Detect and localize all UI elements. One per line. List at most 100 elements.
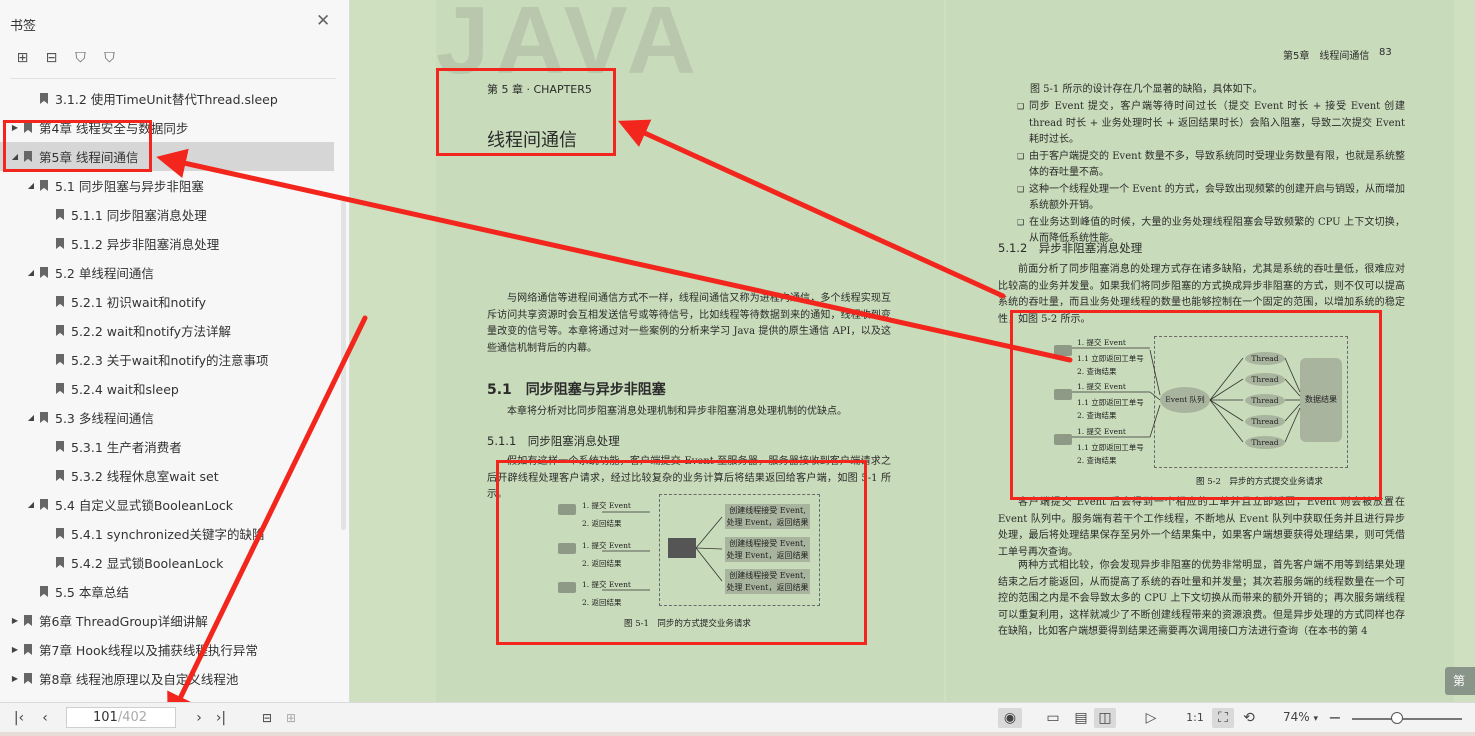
chevron-down-icon[interactable]: ◢ <box>26 500 36 509</box>
chapter-title: 线程间通信 <box>487 130 577 151</box>
bookmark-item[interactable]: 5.2.1 初识wait和notify <box>0 287 334 316</box>
bookmark-item[interactable]: 5.2.2 wait和notify方法详解 <box>0 316 334 345</box>
zoom-slider-handle[interactable] <box>1391 712 1404 724</box>
bookmark-label: 第6章 ThreadGroup详细讲解 <box>39 614 208 629</box>
bookmark-item[interactable]: ◢ 5.4 自定义显式锁BooleanLock <box>0 490 334 519</box>
bookmark-icon <box>40 93 48 104</box>
chevron-down-icon[interactable]: ◢ <box>26 413 36 422</box>
bookmark-label: 第8章 线程池原理以及自定义线程池 <box>39 672 239 687</box>
chevron-right-icon[interactable]: ▶ <box>10 674 20 683</box>
zoom-value: 74% <box>1283 710 1310 724</box>
sidebar-scrollbar[interactable] <box>341 200 346 530</box>
bookmark-item[interactable]: 5.3.1 生产者消费者 <box>0 432 334 461</box>
bookmark-label: 3.1.2 使用TimeUnit替代Thread.sleep <box>55 92 278 107</box>
forward-icon[interactable]: ⊞ <box>282 708 300 728</box>
first-page-icon[interactable]: |‹ <box>10 708 28 728</box>
chevron-right-icon[interactable]: ▶ <box>10 645 20 654</box>
bookmark-item[interactable]: 5.4.1 synchronized关键字的缺陷 <box>0 519 334 548</box>
remove-bookmark-icon[interactable]: ⊟ <box>43 50 60 67</box>
chevron-down-icon[interactable]: ◢ <box>26 268 36 277</box>
bookmark-item[interactable]: ▶ 第7章 Hook线程以及捕获线程执行异常 <box>0 635 334 664</box>
bookmark-label: 5.4.1 synchronized关键字的缺陷 <box>71 527 265 542</box>
doc-icon[interactable]: ▤ <box>1072 708 1090 728</box>
bookmark-item[interactable]: 5.4.2 显式锁BooleanLock <box>0 548 334 577</box>
bookmark-sidebar: 书签 ✕ ⊞ ⊟ ⛉ ⛉ 3.1.2 使用TimeUnit替代Thread.sl… <box>0 0 350 702</box>
bookmark-icon <box>24 644 32 655</box>
thread-node: Thread <box>1245 394 1285 407</box>
result-store: 数据结果 <box>1300 358 1342 442</box>
bookmark-item[interactable]: 5.3.2 线程休息室wait set <box>0 461 334 490</box>
bookmark-item[interactable]: ◢ 5.1 同步阻塞与异步非阻塞 <box>0 171 334 200</box>
bookmark-icon <box>56 383 64 394</box>
bookmark-icon <box>56 354 64 365</box>
bullet-icon: ❑ <box>1017 102 1025 111</box>
bookmark-outline-icon[interactable]: ⛉ <box>101 50 118 67</box>
chevron-right-icon[interactable]: ▶ <box>10 123 20 132</box>
bookmark-icon <box>56 209 64 220</box>
bullet-text: 同步 Event 提交，客户端等待时间过长（提交 Event 时长 + 接受 E… <box>1029 101 1405 145</box>
thread-node: Thread <box>1245 373 1285 386</box>
current-page: 101 <box>93 710 118 725</box>
bottom-strip <box>0 732 1475 736</box>
play-icon[interactable]: ▷ <box>1142 708 1160 728</box>
bookmark-label: 第5章 线程间通信 <box>39 150 139 165</box>
bookmark-item[interactable]: 5.1.1 同步阻塞消息处理 <box>0 200 334 229</box>
bookmark-label: 5.2.2 wait和notify方法详解 <box>71 324 232 339</box>
paragraph: 客户端提交 Event 后会得到一个相应的工单并且立即返回，Event 则会被放… <box>998 497 1405 558</box>
paragraph: 前面分析了同步阻塞消息的处理方式存在诸多缺陷，尤其是系统的吞吐量低，很难应对比较… <box>998 264 1405 325</box>
chevron-down-icon[interactable]: ◢ <box>10 152 20 161</box>
actual-size-icon[interactable]: 1:1 <box>1186 708 1204 728</box>
bullet-icon: ❑ <box>1017 151 1025 161</box>
bookmark-item[interactable]: ◢ 第5章 线程间通信 <box>0 142 334 171</box>
bookmark-label: 5.5 本章总结 <box>55 585 129 600</box>
zoom-selector[interactable]: 74% ▾ <box>1283 710 1318 724</box>
bookmark-item[interactable]: ◢ 5.2 单线程间通信 <box>0 258 334 287</box>
back-icon[interactable]: ⊟ <box>258 708 276 728</box>
thread-node: Thread <box>1245 415 1285 428</box>
bookmark-item[interactable]: 5.5 本章总结 <box>0 577 334 606</box>
query-label: 2. 查询结果 <box>1077 367 1117 376</box>
close-icon[interactable]: ✕ <box>316 11 330 31</box>
single-page-icon[interactable]: ▭ <box>1044 708 1062 728</box>
thread-node: Thread <box>1245 436 1285 449</box>
total-pages: /402 <box>117 710 148 725</box>
bookmark-item[interactable]: ▶ 第4章 线程安全与数据同步 <box>0 113 334 142</box>
add-bookmark-icon[interactable]: ⊞ <box>14 50 31 67</box>
zoom-slider-track[interactable] <box>1352 718 1462 720</box>
bookmark-icon[interactable]: ⛉ <box>72 50 89 67</box>
bookmark-item[interactable]: 3.1.2 使用TimeUnit替代Thread.sleep <box>0 84 334 113</box>
chevron-down-icon[interactable]: ◢ <box>26 181 36 190</box>
paragraph: 两种方式相比较，你会发现异步非阻塞的优势非常明显，首先客户端不用等到结果处理结束… <box>998 560 1405 637</box>
bookmark-label: 5.2.4 wait和sleep <box>71 382 179 397</box>
next-chapter-tab[interactable]: 第 <box>1445 667 1475 695</box>
bookmark-icon <box>40 412 48 423</box>
fit-page-icon[interactable]: ⛶ <box>1212 708 1234 728</box>
chevron-right-icon[interactable]: ▶ <box>10 616 20 625</box>
bookmark-item[interactable]: ▶ 第8章 线程池原理以及自定义线程池 <box>0 664 334 693</box>
eye-icon[interactable]: ◉ <box>998 708 1022 728</box>
bookmark-label: 5.2.3 关于wait和notify的注意事项 <box>71 353 269 368</box>
intro-paragraph: 与网络通信等进程间通信方式不一样，线程间通信又称为进程内通信，多个线程实现互斥访… <box>487 293 891 354</box>
bottom-toolbar: |‹ ‹ 101/402 › ›| ⊟ ⊞ ◉ ▭ ▤ ◫ ▷ 1:1 ⛶ ⟲ … <box>0 702 1475 732</box>
page-header: 第5章 线程间通信 <box>1283 51 1370 62</box>
bookmark-item[interactable]: ◢ 5.3 多线程间通信 <box>0 403 334 432</box>
thread-node: Thread <box>1245 352 1285 365</box>
bookmark-label: 5.1.1 同步阻塞消息处理 <box>71 208 207 223</box>
double-page-icon[interactable]: ◫ <box>1094 708 1116 728</box>
bookmark-label: 5.4 自定义显式锁BooleanLock <box>55 498 233 513</box>
submit-label: 1. 提交 Event <box>582 501 631 510</box>
page-number-input[interactable]: 101/402 <box>66 707 176 728</box>
prev-page-icon[interactable]: ‹ <box>36 708 54 728</box>
divider <box>10 78 336 79</box>
zoom-out-icon[interactable]: − <box>1326 708 1344 728</box>
ack-label: 1.1 立即返回工单号 <box>1077 443 1144 452</box>
rotate-icon[interactable]: ⟲ <box>1240 708 1258 728</box>
bookmark-label: 5.1.2 异步非阻塞消息处理 <box>71 237 220 252</box>
next-page-icon[interactable]: › <box>190 708 208 728</box>
bookmark-item[interactable]: ▶ 第6章 ThreadGroup详细讲解 <box>0 606 334 635</box>
last-page-icon[interactable]: ›| <box>212 708 230 728</box>
bookmark-item[interactable]: 5.2.3 关于wait和notify的注意事项 <box>0 345 334 374</box>
bookmark-item[interactable]: 5.1.2 异步非阻塞消息处理 <box>0 229 334 258</box>
bookmark-label: 5.3.2 线程休息室wait set <box>71 469 219 484</box>
bookmark-item[interactable]: 5.2.4 wait和sleep <box>0 374 334 403</box>
